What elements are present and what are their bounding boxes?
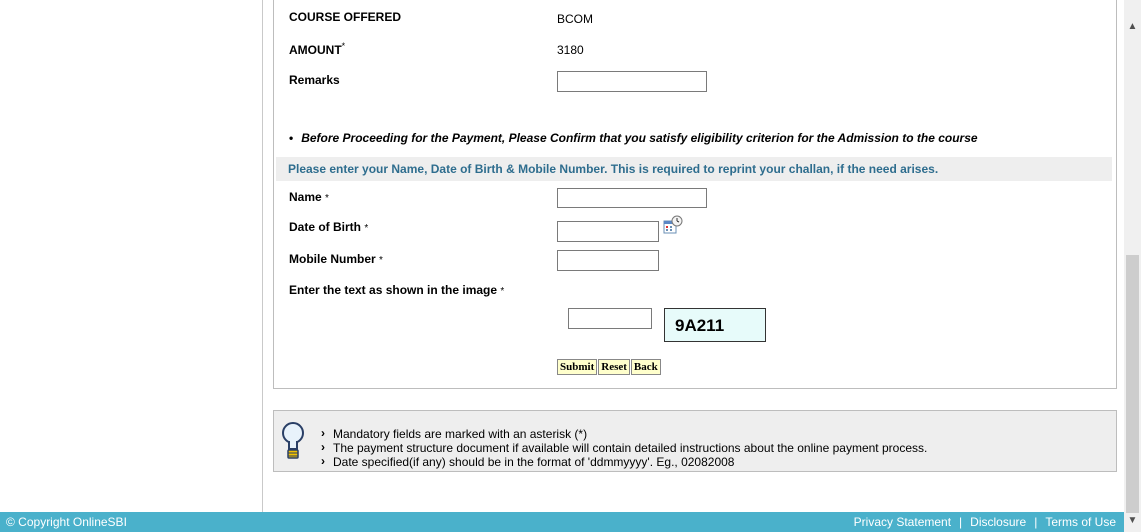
mobile-label-text: Mobile Number [289, 252, 376, 266]
calendar-icon[interactable] [663, 215, 683, 235]
required-mark: * [500, 286, 505, 297]
footer-separator: | [1034, 515, 1038, 529]
captcha-label: Enter the text as shown in the image * [289, 283, 504, 297]
name-input[interactable] [557, 188, 707, 208]
scroll-down-icon[interactable]: ▼ [1124, 512, 1141, 529]
course-value: BCOM [557, 12, 593, 26]
help-item: Mandatory fields are marked with an aste… [321, 426, 927, 441]
dob-input[interactable] [557, 221, 659, 242]
help-item: Date specified(if any) should be in the … [321, 454, 927, 469]
captcha-image: 9A211 [664, 308, 766, 342]
required-mark: * [325, 193, 329, 204]
amount-value: 3180 [557, 43, 584, 57]
reset-button[interactable]: Reset [598, 359, 630, 375]
terms-of-use-link[interactable]: Terms of Use [1045, 515, 1116, 529]
back-button[interactable]: Back [630, 359, 661, 375]
help-list: Mandatory fields are marked with an aste… [321, 426, 927, 469]
required-mark: * [364, 223, 369, 234]
captcha-input[interactable] [568, 308, 652, 329]
mobile-label: Mobile Number * [289, 252, 383, 266]
privacy-statement-link[interactable]: Privacy Statement [854, 515, 951, 529]
copyright-text: © Copyright OnlineSBI [6, 515, 127, 529]
help-box: Mandatory fields are marked with an aste… [273, 410, 1117, 472]
footer: © Copyright OnlineSBI Privacy Statement |… [0, 512, 1124, 532]
eligibility-note: • Before Proceeding for the Payment, Plea… [289, 131, 978, 145]
dob-label-text: Date of Birth [289, 220, 361, 234]
required-mark: * [341, 41, 346, 51]
required-mark: * [379, 255, 383, 266]
info-band: Please enter your Name, Date of Birth & … [276, 157, 1112, 181]
remarks-label: Remarks [289, 73, 340, 87]
note-text: Before Proceeding for the Payment, Pleas… [301, 131, 978, 145]
vertical-scrollbar[interactable]: ▲ ▼ [1124, 0, 1141, 532]
name-label: Name * [289, 190, 329, 204]
scroll-up-icon[interactable]: ▲ [1124, 18, 1141, 35]
content-divider [262, 0, 263, 512]
name-label-text: Name [289, 190, 322, 204]
submit-button[interactable]: Submit [557, 359, 598, 375]
disclosure-link[interactable]: Disclosure [970, 515, 1026, 529]
payment-form-panel: COURSE OFFERED BCOM AMOUNT* 3180 Remarks… [273, 0, 1117, 389]
amount-label: AMOUNT* [289, 41, 345, 57]
lightbulb-icon [282, 422, 304, 459]
footer-links: Privacy Statement | Disclosure | Terms of Us… [854, 515, 1116, 529]
captcha-text: 9A211 [675, 316, 725, 335]
note-bullet: • [289, 131, 294, 145]
band-text: Please enter your Name, Date of Birth & … [288, 162, 939, 176]
amount-label-text: AMOUNT [289, 43, 342, 57]
form-buttons: Submit Reset Back [557, 359, 662, 375]
remarks-input[interactable] [557, 71, 707, 92]
dob-label: Date of Birth * [289, 220, 368, 234]
course-label: COURSE OFFERED [289, 10, 402, 24]
captcha-label-text: Enter the text as shown in the image [289, 283, 498, 297]
footer-separator: | [959, 515, 963, 529]
scrollbar-thumb[interactable] [1126, 255, 1139, 513]
help-item: The payment structure document if availa… [321, 440, 927, 455]
mobile-input[interactable] [557, 250, 659, 271]
